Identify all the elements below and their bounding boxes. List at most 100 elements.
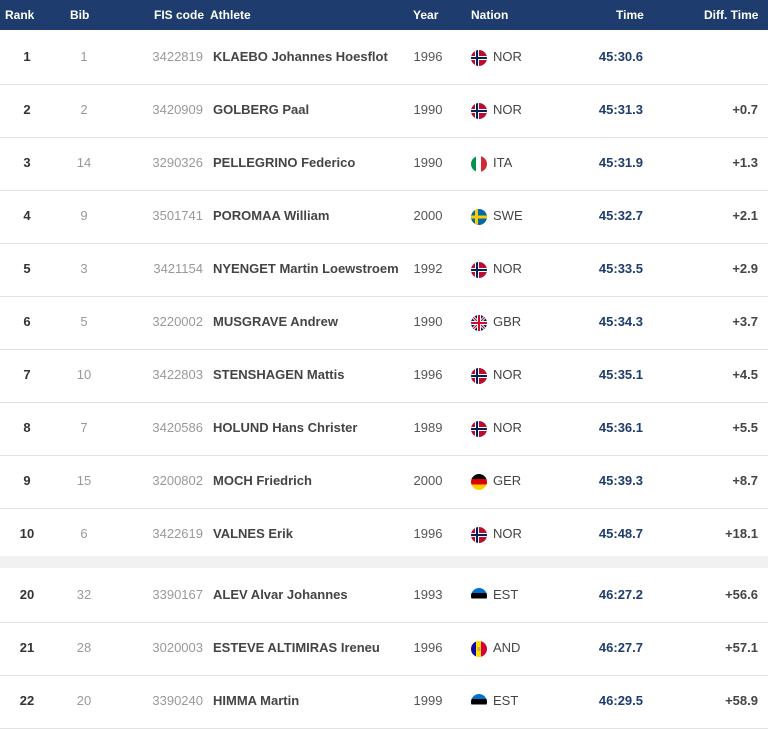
time-cell: 45:31.9	[598, 155, 643, 170]
table-row[interactable]: 22 20 3390240 HIMMA Martin 1999 EST 46:2…	[0, 675, 768, 729]
nation-cell: NOR	[493, 49, 522, 64]
nation-cell: GER	[493, 473, 522, 488]
year-cell: 2000	[413, 473, 443, 488]
nation-cell: EST	[493, 587, 519, 602]
fis-code-cell: 3390167	[152, 587, 203, 602]
fis-code-cell: 3290326	[152, 155, 203, 170]
nation-cell: ITA	[493, 155, 513, 170]
flag-icon	[471, 421, 487, 437]
fis-code-cell: 3420586	[152, 420, 203, 435]
bib-cell: 2	[80, 102, 88, 117]
header-year: Year	[413, 8, 439, 22]
nation-cell: NOR	[493, 102, 522, 117]
athlete-name-link[interactable]: ESTEVE ALTIMIRAS Ireneu	[213, 640, 380, 655]
athlete-name-link[interactable]: NYENGET Martin Loewstroem	[213, 261, 399, 276]
athlete-name-link[interactable]: HOLUND Hans Christer	[213, 420, 357, 435]
nation-cell: AND	[493, 640, 521, 655]
fis-code-cell: 3422819	[152, 49, 203, 64]
diff-time-cell: +3.7	[732, 314, 758, 329]
bib-cell: 6	[80, 526, 88, 541]
flag-icon	[471, 588, 487, 604]
table-row[interactable]: 9 15 3200802 MOCH Friedrich 2000 GER 45:…	[0, 455, 768, 509]
rank-cell: 4	[23, 208, 31, 223]
diff-time-cell: +57.1	[725, 640, 758, 655]
year-cell: 1999	[413, 693, 443, 708]
table-row[interactable]: 8 7 3420586 HOLUND Hans Christer 1989 NO…	[0, 402, 768, 456]
flag-icon	[471, 50, 487, 66]
flag-icon	[471, 368, 487, 384]
table-row[interactable]: 6 5 3220002 MUSGRAVE Andrew 1990 GBR 45:…	[0, 296, 768, 350]
time-cell: 45:34.3	[598, 314, 643, 329]
flag-icon	[471, 209, 487, 225]
table-row[interactable]: 1 1 3422819 KLAEBO Johannes Hoesflot 199…	[0, 31, 768, 85]
time-cell: 45:31.3	[598, 102, 643, 117]
diff-time-cell: +0.7	[732, 102, 758, 117]
fis-code-cell: 3390240	[152, 693, 203, 708]
table-row[interactable]: 20 32 3390167 ALEV Alvar Johannes 1993 E…	[0, 569, 768, 623]
flag-icon	[471, 156, 487, 172]
athlete-name-link[interactable]: KLAEBO Johannes Hoesflot	[213, 49, 388, 64]
year-cell: 1996	[413, 640, 443, 655]
table-row[interactable]: 7 10 3422803 STENSHAGEN Mattis 1996 NOR …	[0, 349, 768, 403]
athlete-name-link[interactable]: HIMMA Martin	[213, 693, 299, 708]
fis-code-cell: 3421154	[153, 261, 203, 276]
fis-code-cell: 3422803	[152, 367, 203, 382]
athlete-name-link[interactable]: VALNES Erik	[213, 526, 293, 541]
flag-icon	[471, 694, 487, 710]
rows-gap-separator	[0, 556, 768, 568]
bib-cell: 15	[76, 473, 92, 488]
rank-cell: 22	[19, 693, 35, 708]
year-cell: 1996	[413, 526, 443, 541]
header-rank: Rank	[5, 8, 35, 22]
flag-icon	[471, 641, 487, 657]
header-fis-code: FIS code	[154, 8, 205, 22]
table-row[interactable]: 10 6 3422619 VALNES Erik 1996 NOR 45:48.…	[0, 508, 768, 562]
bib-cell: 14	[76, 155, 92, 170]
diff-time-cell: +8.7	[732, 473, 758, 488]
fis-code-cell: 3501741	[152, 208, 203, 223]
rank-cell: 1	[23, 49, 31, 64]
athlete-name-link[interactable]: PELLEGRINO Federico	[213, 155, 355, 170]
diff-time-cell: +2.9	[732, 261, 758, 276]
time-cell: 45:36.1	[598, 420, 643, 435]
rank-cell: 8	[23, 420, 31, 435]
rank-cell: 6	[23, 314, 31, 329]
nation-cell: SWE	[493, 208, 523, 223]
athlete-name-link[interactable]: MUSGRAVE Andrew	[213, 314, 338, 329]
time-cell: 45:39.3	[598, 473, 643, 488]
athlete-name-link[interactable]: STENSHAGEN Mattis	[213, 367, 344, 382]
header-diff-time: Diff. Time	[704, 8, 759, 22]
nation-cell: NOR	[493, 261, 522, 276]
bib-cell: 1	[80, 49, 88, 64]
time-cell: 46:27.2	[598, 587, 643, 602]
year-cell: 1990	[413, 102, 443, 117]
time-cell: 45:35.1	[598, 367, 643, 382]
diff-time-cell: +4.5	[732, 367, 758, 382]
flag-icon	[471, 315, 487, 331]
rank-cell: 9	[23, 473, 31, 488]
header-time: Time	[616, 8, 644, 22]
table-row[interactable]: 3 14 3290326 PELLEGRINO Federico 1990 IT…	[0, 137, 768, 191]
athlete-name-link[interactable]: MOCH Friedrich	[213, 473, 312, 488]
rank-cell: 7	[23, 367, 31, 382]
table-row[interactable]: 5 3 3421154 NYENGET Martin Loewstroem 19…	[0, 243, 768, 297]
time-cell: 45:32.7	[598, 208, 643, 223]
bib-cell: 10	[76, 367, 92, 382]
athlete-name-link[interactable]: POROMAA William	[213, 208, 329, 223]
year-cell: 1990	[413, 155, 443, 170]
rank-cell: 20	[19, 587, 35, 602]
flag-icon	[471, 527, 487, 543]
fis-code-cell: 3220002	[152, 314, 203, 329]
diff-time-cell: +18.1	[725, 526, 758, 541]
year-cell: 1992	[413, 261, 443, 276]
table-row[interactable]: 2 2 3420909 GOLBERG Paal 1990 NOR 45:31.…	[0, 84, 768, 138]
year-cell: 1996	[413, 49, 443, 64]
table-row[interactable]: 21 28 3020003 ESTEVE ALTIMIRAS Ireneu 19…	[0, 622, 768, 676]
athlete-name-link[interactable]: GOLBERG Paal	[213, 102, 309, 117]
athlete-name-link[interactable]: ALEV Alvar Johannes	[213, 587, 348, 602]
table-row[interactable]: 4 9 3501741 POROMAA William 2000 SWE 45:…	[0, 190, 768, 244]
bib-cell: 3	[80, 261, 88, 276]
fis-code-cell: 3420909	[152, 102, 203, 117]
header-athlete: Athlete	[210, 8, 251, 22]
fis-code-cell: 3422619	[152, 526, 203, 541]
